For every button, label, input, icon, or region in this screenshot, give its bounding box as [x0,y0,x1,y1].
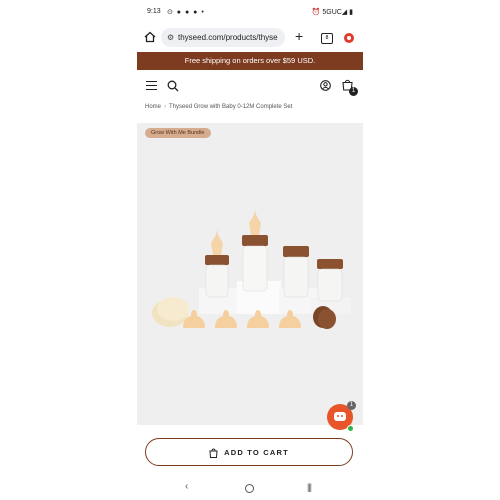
chat-unread-badge: 1 [347,401,356,410]
back-icon[interactable]: ‹ [185,481,188,492]
add-to-cart-button[interactable]: ADD TO CART [145,438,353,466]
new-tab-icon[interactable]: + [295,28,303,44]
search-icon[interactable] [167,80,179,92]
status-bar: 9:13 ⊙ ● ● ● • ⏰ 5GUC◢ ▮ [137,0,363,24]
notification-icons: ⊙ ● ● ● • [167,9,205,16]
home-button-icon[interactable] [245,484,254,493]
chat-widget-button[interactable]: 1 [327,401,356,432]
breadcrumb-home-link[interactable]: Home [145,104,161,110]
product-gallery[interactable]: Grow With Me Bundle [137,123,363,425]
site-settings-icon[interactable]: ⚙ [167,33,174,42]
online-indicator [347,425,354,432]
menu-icon[interactable] [146,81,157,90]
system-nav-bar: ‹ ||| [137,476,363,500]
status-time: 9:13 [147,8,161,15]
bag-icon [209,448,218,459]
product-image [152,209,351,329]
recent-apps-icon[interactable]: ||| [307,482,312,492]
home-icon[interactable] [144,31,156,43]
site-header: 1 [137,70,363,102]
breadcrumb-separator: › [164,104,167,110]
browser-toolbar: ⚙ thyseed.com/products/thyse + 8 [137,26,363,50]
account-icon[interactable] [320,80,331,91]
breadcrumb: Home › Thyseed Grow with Baby 0-12M Comple… [145,104,292,110]
url-text: thyseed.com/products/thyse [178,33,278,42]
chat-icon [334,412,346,421]
promo-banner: Free shipping on orders over $59 USD. [137,52,363,70]
status-icons: ⏰ 5GUC◢ ▮ [311,9,353,16]
extension-icon[interactable] [344,33,354,43]
address-bar[interactable]: ⚙ thyseed.com/products/thyse [161,28,285,47]
phone-screen: 9:13 ⊙ ● ● ● • ⏰ 5GUC◢ ▮ ⚙ thyseed.com/p… [137,0,363,500]
breadcrumb-current: Thyseed Grow with Baby 0-12M Complete Se… [169,104,293,110]
tab-switcher-button[interactable]: 8 [321,33,333,44]
cart-count-badge: 1 [349,87,358,96]
add-to-cart-label: ADD TO CART [224,448,289,457]
